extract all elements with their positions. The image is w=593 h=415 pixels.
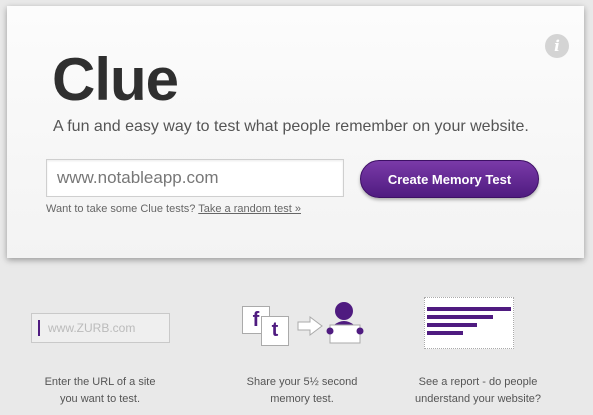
step-caption: Enter the URL of a site you want to test… — [44, 376, 156, 405]
random-test-link[interactable]: Take a random test » — [198, 203, 301, 215]
illustration-placeholder: www.ZURB.com — [48, 321, 136, 335]
page-title: Clue — [52, 46, 179, 113]
text-cursor-icon — [38, 320, 40, 336]
person-icon — [326, 302, 364, 344]
info-icon[interactable]: i — [545, 34, 569, 58]
report-bar — [427, 323, 477, 327]
create-memory-test-button[interactable]: Create Memory Test — [360, 160, 539, 198]
random-test-hint: Want to take some Clue tests? Take a ran… — [46, 203, 301, 215]
twitter-icon: t — [261, 316, 289, 346]
arrow-right-icon — [297, 316, 323, 336]
step-share: f t Share your 5½ second memory test. — [212, 296, 392, 406]
hint-text: Want to take some Clue tests? — [46, 203, 196, 215]
url-input[interactable] — [46, 159, 344, 197]
step-caption: See a report - do people understand your… — [415, 376, 541, 405]
step-report: See a report - do people understand your… — [408, 296, 588, 406]
step-enter-url: www.ZURB.com Enter the URL of a site you… — [0, 296, 180, 406]
report-bar — [427, 331, 463, 335]
hero-card: i Clue A fun and easy way to test what p… — [7, 6, 584, 258]
tagline: A fun and easy way to test what people r… — [53, 118, 529, 135]
report-bar — [427, 315, 493, 319]
url-input-illustration: www.ZURB.com — [31, 313, 170, 343]
report-bar — [427, 307, 511, 311]
report-illustration — [424, 297, 514, 349]
